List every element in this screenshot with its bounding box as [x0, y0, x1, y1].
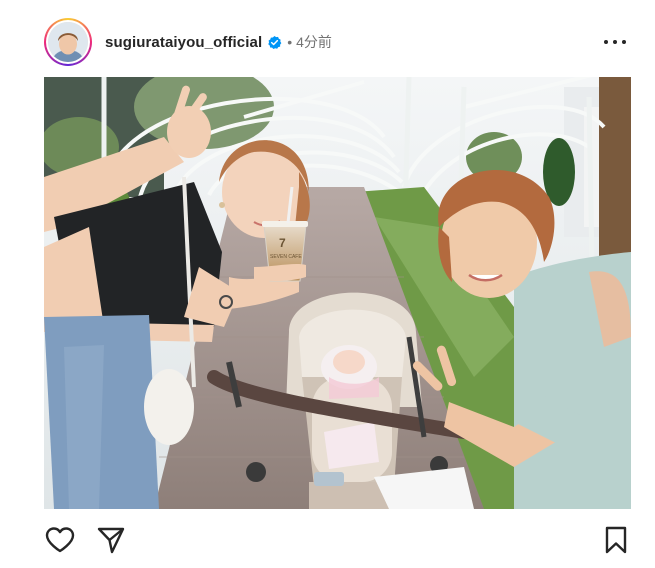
more-options-button[interactable] — [604, 32, 626, 52]
share-button[interactable] — [95, 524, 127, 556]
post-action-bar — [44, 524, 632, 556]
more-dot-icon — [613, 40, 617, 44]
verified-badge-icon — [267, 35, 282, 50]
avatar-story-ring[interactable] — [44, 18, 92, 66]
post-timestamp[interactable]: 4分前 — [296, 32, 332, 52]
avatar[interactable] — [48, 22, 88, 62]
more-dot-icon — [622, 40, 626, 44]
separator-dot: • — [287, 34, 293, 50]
post-photo[interactable]: 7 SEVEN CAFE — [44, 77, 631, 509]
more-dot-icon — [604, 40, 608, 44]
cup-label: SEVEN CAFE — [270, 254, 302, 260]
post-photo-image: 7 SEVEN CAFE — [44, 77, 631, 509]
post-header: sugiurataiyou_official • 4分前 — [44, 18, 634, 66]
heart-icon — [45, 527, 75, 553]
post-username[interactable]: sugiurataiyou_official — [105, 34, 262, 51]
avatar-photo — [48, 22, 88, 62]
paper-plane-icon — [97, 527, 125, 554]
like-button[interactable] — [44, 524, 76, 556]
cup-logo: 7 — [279, 236, 286, 250]
bookmark-icon — [605, 526, 627, 554]
save-button[interactable] — [600, 524, 632, 556]
